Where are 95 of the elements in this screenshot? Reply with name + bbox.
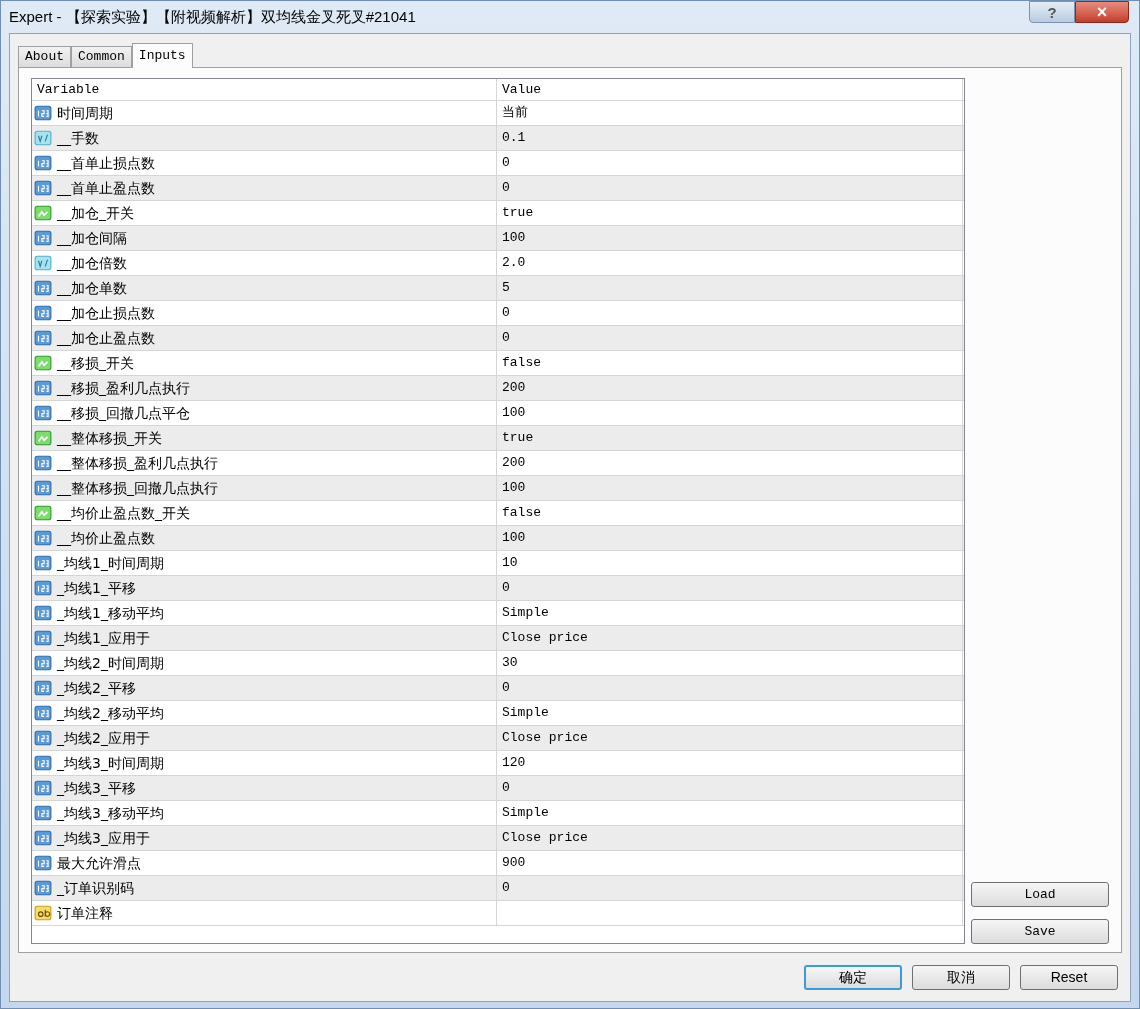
variable-name: _均线3_应用于	[57, 828, 150, 848]
variable-name: __首单止盈点数	[57, 178, 155, 198]
number-icon	[34, 879, 52, 897]
variable-name: _均线3_平移	[57, 778, 136, 798]
variable-name: _均线1_平移	[57, 578, 136, 598]
value-cell[interactable]: 10	[502, 553, 518, 573]
variable-name: __加仓间隔	[57, 228, 127, 248]
value-cell[interactable]: false	[502, 353, 541, 373]
value-cell[interactable]: 0	[502, 328, 510, 348]
variable-name: _均线1_时间周期	[57, 553, 164, 573]
variable-name: __加仓_开关	[57, 203, 134, 223]
variable-name: _均线1_移动平均	[57, 603, 164, 623]
value-cell[interactable]: 0	[502, 303, 510, 323]
close-button[interactable]: ×	[1075, 1, 1129, 23]
variable-name: __加仓止盈点数	[57, 328, 155, 348]
variable-name: __首单止损点数	[57, 153, 155, 173]
value-cell[interactable]: Close price	[502, 728, 588, 748]
variable-name: __移损_开关	[57, 353, 134, 373]
value-cell[interactable]: Simple	[502, 603, 549, 623]
variable-name: __移损_盈利几点执行	[57, 378, 190, 398]
value-cell[interactable]: 100	[502, 228, 526, 248]
dialog-button[interactable]: Reset	[1020, 965, 1118, 990]
value-cell[interactable]: 0.1	[502, 128, 526, 148]
value-cell[interactable]: 5	[502, 278, 510, 298]
value-cell[interactable]: 100	[502, 478, 526, 498]
value-cell[interactable]: 0	[502, 153, 510, 173]
variable-name: _均线1_应用于	[57, 628, 150, 648]
value-cell[interactable]: 2.0	[502, 253, 526, 273]
value-cell[interactable]: 0	[502, 778, 510, 798]
text-icon	[34, 904, 52, 922]
side-button[interactable]: Load	[971, 882, 1109, 907]
number-icon	[34, 379, 52, 397]
number-icon	[34, 679, 52, 697]
value-cell[interactable]: 900	[502, 853, 526, 873]
dialog-button[interactable]: 确定	[804, 965, 902, 990]
value-cell[interactable]: 200	[502, 378, 526, 398]
value-cell[interactable]: 100	[502, 528, 526, 548]
tab[interactable]: Inputs	[131, 43, 193, 68]
fraction-icon	[34, 129, 52, 147]
side-button[interactable]: Save	[971, 919, 1109, 944]
variable-name: __加仓单数	[57, 278, 127, 298]
value-cell[interactable]: Close price	[502, 628, 588, 648]
variable-name: __整体移损_开关	[57, 428, 162, 448]
window-title: Expert - 【探索实验】【附视频解析】双均线金叉死叉#21041	[9, 6, 416, 27]
variable-name: __整体移损_盈利几点执行	[57, 453, 218, 473]
number-icon	[34, 779, 52, 797]
number-icon	[34, 729, 52, 747]
value-cell[interactable]: 0	[502, 878, 510, 898]
variable-name: _均线2_时间周期	[57, 653, 164, 673]
value-cell[interactable]: 0	[502, 678, 510, 698]
dialog-button[interactable]: 取消	[912, 965, 1010, 990]
variable-name: __加仓止损点数	[57, 303, 155, 323]
number-icon	[34, 579, 52, 597]
column-header[interactable]: Variable	[32, 79, 497, 100]
variable-name: __加仓倍数	[57, 253, 127, 273]
value-cell[interactable]: true	[502, 203, 534, 223]
number-icon	[34, 279, 52, 297]
value-cell[interactable]: true	[502, 428, 534, 448]
variable-name: _均线3_时间周期	[57, 753, 164, 773]
number-icon	[34, 229, 52, 247]
number-icon	[34, 179, 52, 197]
variable-name: _均线2_应用于	[57, 728, 150, 748]
number-icon	[34, 829, 52, 847]
column-header[interactable]: Value	[497, 79, 963, 100]
variable-name: _订单识别码	[57, 878, 134, 898]
tab[interactable]: Common	[71, 46, 132, 67]
variable-name: __整体移损_回撤几点执行	[57, 478, 218, 498]
variable-name: __均价止盈点数_开关	[57, 503, 190, 523]
variable-name: __移损_回撤几点平仓	[57, 403, 190, 423]
number-icon	[34, 629, 52, 647]
value-cell[interactable]: 当前	[502, 103, 528, 123]
variable-name: 订单注释	[57, 903, 113, 923]
number-icon	[34, 329, 52, 347]
variable-name: _均线3_移动平均	[57, 803, 164, 823]
variable-name: 时间周期	[57, 103, 113, 123]
number-icon	[34, 529, 52, 547]
value-cell[interactable]: false	[502, 503, 541, 523]
fraction-icon	[34, 254, 52, 272]
value-cell[interactable]: 0	[502, 578, 510, 598]
value-cell[interactable]: 120	[502, 753, 526, 773]
variable-name: __手数	[57, 128, 99, 148]
variable-name: 最大允许滑点	[57, 853, 141, 873]
value-cell[interactable]: 30	[502, 653, 518, 673]
variable-name: _均线2_移动平均	[57, 703, 164, 723]
value-cell[interactable]: Simple	[502, 703, 549, 723]
value-cell[interactable]: Simple	[502, 803, 549, 823]
tab[interactable]: About	[18, 46, 71, 67]
number-icon	[34, 479, 52, 497]
variable-name: __均价止盈点数	[57, 528, 155, 548]
value-cell[interactable]: 0	[502, 178, 510, 198]
variable-name: _均线2_平移	[57, 678, 136, 698]
value-cell[interactable]: 200	[502, 453, 526, 473]
value-cell[interactable]: 100	[502, 403, 526, 423]
help-button[interactable]: ?	[1029, 1, 1075, 23]
value-cell[interactable]: Close price	[502, 828, 588, 848]
